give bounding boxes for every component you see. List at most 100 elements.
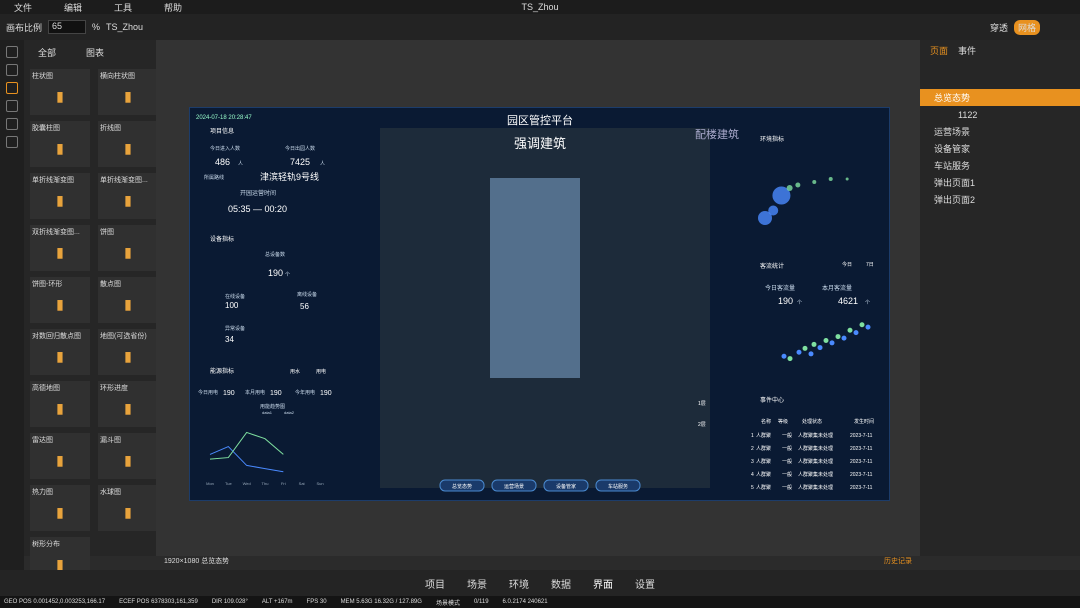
project-name[interactable]: TS_Zhou [106,22,143,32]
chart-thumbnail-icon: ▮ [124,243,132,260]
palette-card[interactable]: 单折线渐变图 ▮ [30,173,90,219]
palette-card[interactable]: 水球图 ▮ [98,485,158,531]
events-cell: 人群聚 [756,471,771,478]
fps: FPS 30 [306,599,327,605]
text-icon[interactable] [6,100,18,112]
palette-card[interactable]: 单折线渐变图... ▮ [98,173,158,219]
palette-card-label: 对数回归散点图 [32,333,81,340]
chart-thumbnail-icon: ▮ [124,451,132,468]
tab-7d: 7日 [866,262,874,268]
menu-bar: 文件 编辑 工具 帮助 TS_Zhou [0,0,1080,14]
palette-card[interactable]: 高德地图 ▮ [30,381,90,427]
env-point [795,182,801,188]
palette-card[interactable]: 对数回归散点图 ▮ [30,329,90,375]
events-cell: 2023-7-11 [850,472,873,478]
events-cell: 人群聚集未处理 [798,471,833,478]
page-item[interactable]: 车站服务 [920,157,1080,174]
env-point [828,177,833,181]
palette-card-label: 热力图 [32,489,53,496]
energy-x-tick: Sun [316,481,323,486]
events-cell: 2023-7-11 [850,485,873,491]
env-point [845,177,849,181]
palette-card[interactable]: 漏斗图 ▮ [98,433,158,479]
history-button[interactable]: 历史记录 [884,556,912,570]
in-unit: 人 [238,161,243,167]
palette-card-label: 横向柱状图 [100,73,135,80]
window-title: TS_Zhou [521,2,559,12]
env-point [812,180,817,184]
passenger-point [859,322,865,328]
events-column-header: 等级 [778,418,788,425]
table-icon[interactable] [6,118,18,130]
bottom-nav-item[interactable]: 数据 [551,576,571,591]
component-icon[interactable] [6,136,18,148]
env-point [768,205,779,216]
chart-thumbnail-icon: ▮ [124,139,132,156]
palette-card[interactable]: 柱状图 ▮ [30,69,90,115]
palette-card-label: 水球图 [100,489,121,496]
bottom-nav-item[interactable]: 环境 [509,576,529,591]
zoom-input[interactable]: 65 [48,20,87,34]
page-item[interactable]: 总览态势 [920,89,1080,106]
bottom-nav-item[interactable]: 场景 [467,576,487,591]
dashboard-title: 园区管控平台 [507,113,573,127]
passenger-point [811,341,817,347]
chart-icon[interactable] [6,82,18,94]
palette-card[interactable]: 折线图 ▮ [98,121,158,167]
events-column-header: 处理状态 [802,418,822,425]
tab-page[interactable]: 页面 [930,44,948,57]
dashboard-preview[interactable]: 2024-07-18 20:28:47 园区管控平台 强调建筑 配楼建筑 项目信… [189,107,890,501]
events-cell: 一般 [782,432,792,439]
grid-toggle[interactable]: 网格 [1013,19,1040,35]
palette-card-label: 树形分布 [32,541,60,548]
zoom-label: 画布比例 [6,22,43,33]
chart-thumbnail-icon: ▮ [56,243,64,260]
energy-month-value: 190 [270,390,282,397]
tab-chart[interactable]: 图表 [86,46,104,59]
tab-all[interactable]: 全部 [38,46,56,59]
events-cell: 2023-7-11 [850,459,873,465]
chart-thumbnail-icon: ▮ [124,87,132,104]
page-icon[interactable] [6,46,18,58]
palette-card[interactable]: 环形进度 ▮ [98,381,158,427]
energy-x-tick: Mon [206,481,214,486]
env-point [786,185,793,191]
page-item[interactable]: 设备管家 [920,140,1080,157]
page-item[interactable]: 运营场景 [920,123,1080,140]
page-item[interactable]: 1122 [920,106,1080,123]
palette-card[interactable]: 热力图 ▮ [30,485,90,531]
highlight-label: 强调建筑 [514,136,566,151]
tab-event[interactable]: 事件 [958,44,976,57]
page-item[interactable]: 弹出页面2 [920,191,1080,208]
passenger-header: 客流统计 [760,262,784,270]
passenger-point [823,338,829,343]
device-header: 设备指标 [210,235,234,243]
line-value: 津滨轻轨9号线 [260,171,319,182]
passenger-point [817,345,823,351]
env-scatter-chart [758,177,849,225]
ecef-pos: ECEF POS 6378303,161,359 [119,599,198,605]
bottom-nav-item[interactable]: 界面 [593,576,613,591]
passenger-point [865,324,871,330]
events-cell: 一般 [782,471,792,478]
bottom-nav-item[interactable]: 设置 [635,576,655,591]
palette-card[interactable]: 饼图-环形 ▮ [30,277,90,323]
page-item[interactable]: 弹出页面1 [920,174,1080,191]
layer-icon[interactable] [6,64,18,76]
events-header: 事件中心 [760,396,784,404]
bottom-nav-item[interactable]: 项目 [425,576,445,591]
palette-card[interactable]: 散点图 ▮ [98,277,158,323]
palette-card-label: 单折线渐变图 [32,177,74,184]
palette-card[interactable]: 胶囊柱图 ▮ [30,121,90,167]
palette-card[interactable]: 地图(可选省份) ▮ [98,329,158,375]
chart-thumbnail-icon: ▮ [56,191,64,208]
palette-card[interactable]: 双折线渐变图... ▮ [30,225,90,271]
energy-header: 能源指标 [210,367,234,375]
passenger-scatter-chart [781,322,871,362]
penetrate-toggle[interactable]: 穿透 [990,21,1008,34]
palette-card[interactable]: 雷达图 ▮ [30,433,90,479]
palette-card[interactable]: 横向柱状图 ▮ [98,69,158,115]
right-panel: 页面 事件 总览态势 1122 运营场景 设备管家 车站服务 弹出页面1 弹出页面2 [920,40,1080,556]
palette-card[interactable]: 饼图 ▮ [98,225,158,271]
events-cell: 5 [751,485,754,491]
